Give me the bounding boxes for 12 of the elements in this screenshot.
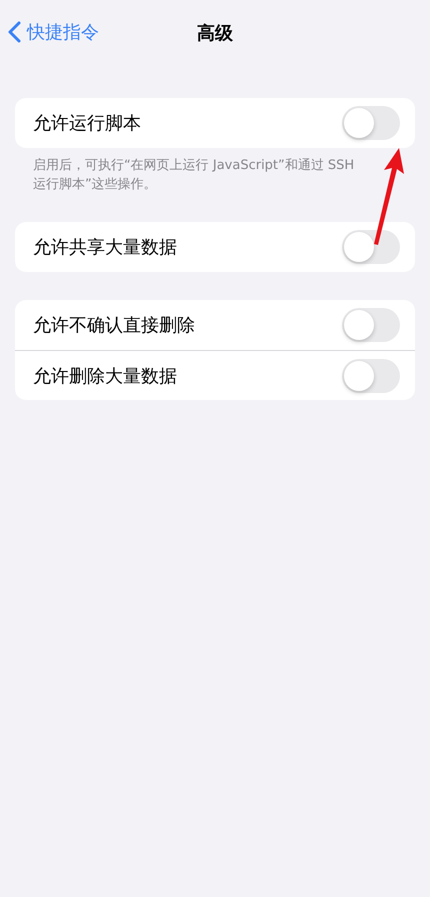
setting-label: 允许共享大量数据 [33,236,177,259]
page-title: 高级 [197,22,233,45]
toggle-switch[interactable] [342,106,400,140]
setting-label: 允许删除大量数据 [33,364,177,388]
chevron-left-icon [8,21,21,43]
setting-label: 允许运行脚本 [33,112,141,135]
footer-note: 启用后，可执行“在网页上运行 JavaScript”和通过 SSH运行脚本”这些操作。 [32,157,356,194]
toggle-switch[interactable] [342,230,400,264]
setting-label: 允许不确认直接删除 [33,314,195,337]
toggle-switch[interactable] [342,358,400,392]
back-button[interactable]: 快捷指令 [8,20,99,44]
toggle-switch[interactable] [342,308,400,342]
